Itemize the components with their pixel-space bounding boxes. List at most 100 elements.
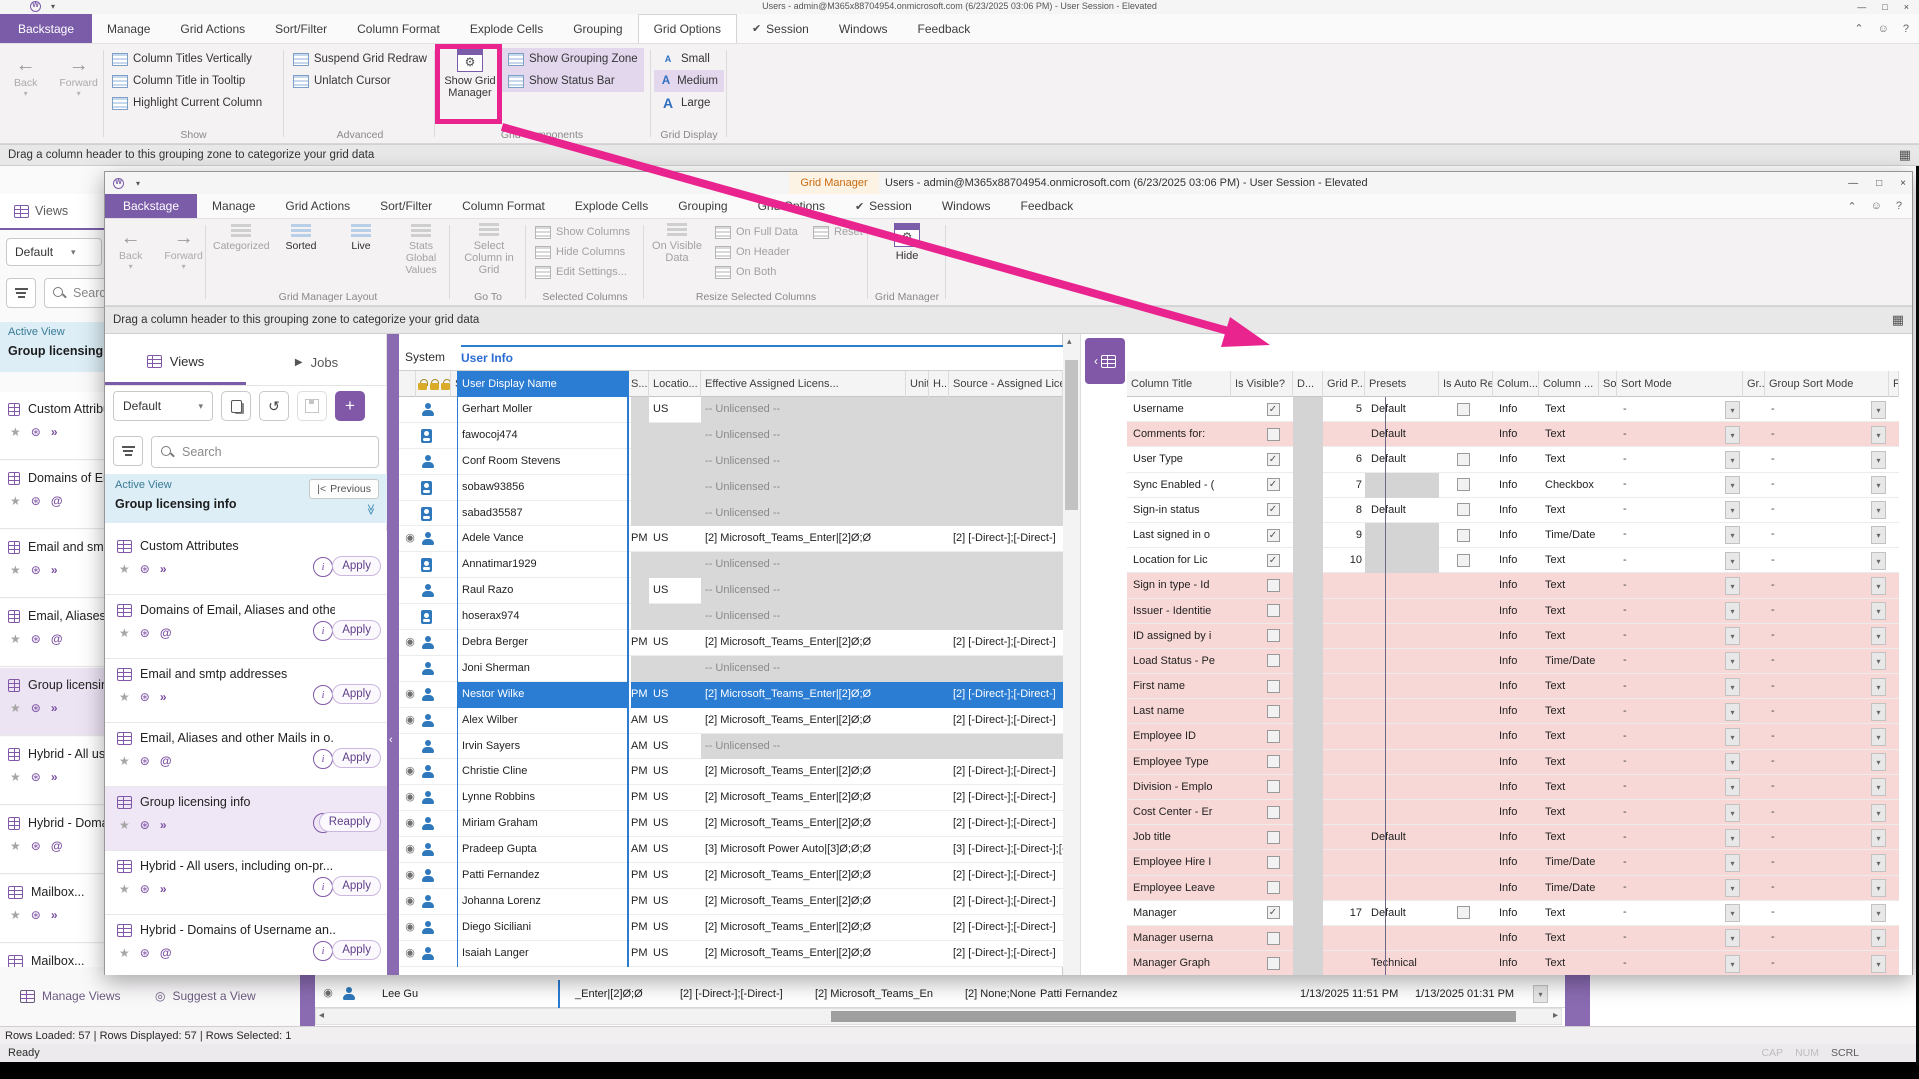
star-icon[interactable]: ★ bbox=[10, 632, 21, 646]
dropdown-arrow-icon[interactable]: ▾ bbox=[1871, 552, 1886, 570]
column-header-user-display-name[interactable]: User Display Name bbox=[457, 371, 629, 397]
info-icon[interactable]: i bbox=[313, 941, 333, 961]
table-row[interactable]: Comments for: Default Info Text -▾ -▾ bbox=[1127, 422, 1899, 447]
panel-collapse-strip[interactable]: ‹ bbox=[387, 334, 399, 975]
star-icon[interactable]: ★ bbox=[10, 701, 21, 715]
dropdown-arrow-icon[interactable]: ▾ bbox=[1871, 678, 1886, 696]
star-icon[interactable]: ★ bbox=[119, 690, 130, 704]
list-item[interactable]: Hybrid - Domains of Username an... ★⊛@ i… bbox=[105, 915, 387, 975]
select-column-button[interactable]: Select Column in Grid bbox=[458, 223, 520, 276]
feedback-smiley-icon[interactable]: ☺ bbox=[1878, 23, 1889, 35]
star-icon[interactable]: ★ bbox=[119, 626, 130, 640]
tab-grid-actions[interactable]: Grid Actions bbox=[165, 14, 260, 43]
tab-session[interactable]: ✔Session bbox=[737, 14, 824, 43]
tab-manage[interactable]: Manage bbox=[197, 194, 270, 218]
info-icon[interactable]: i bbox=[313, 877, 333, 897]
checkbox[interactable] bbox=[1457, 403, 1470, 416]
table-row[interactable]: ◉ Debra Berger PM US [2] Microsoft_Teams… bbox=[399, 630, 1063, 656]
dropdown-arrow-icon[interactable]: ▾ bbox=[1725, 602, 1740, 620]
table-row[interactable]: ID assigned by i Info Text -▾ -▾ bbox=[1127, 624, 1899, 649]
dropdown-arrow-icon[interactable]: ▾ bbox=[1871, 804, 1886, 822]
list-item[interactable]: Email and smtp addresses ★⊛» i Apply bbox=[105, 659, 387, 723]
star-icon[interactable]: ★ bbox=[10, 563, 21, 577]
info-icon[interactable]: i bbox=[313, 621, 333, 641]
tab-feedback[interactable]: Feedback bbox=[1006, 194, 1089, 218]
collapse-ribbon-icon[interactable]: ⌃ bbox=[1854, 22, 1863, 35]
ribbon-item-edit-settings-[interactable]: Edit Settings... bbox=[529, 262, 641, 282]
minimize-icon[interactable]: — bbox=[1848, 178, 1858, 189]
back-button[interactable]: ←Back▾ bbox=[14, 54, 37, 98]
list-item[interactable]: Email, Aliases and other ★⊛@ bbox=[0, 599, 104, 667]
column-header[interactable]: Colum... bbox=[1493, 371, 1539, 397]
column-header[interactable]: Source - Assigned Lice... bbox=[949, 371, 1063, 397]
checkbox[interactable]: ✓ bbox=[1267, 403, 1280, 416]
list-item[interactable]: Domains of Email, Aliases and othe... ★⊛… bbox=[105, 595, 387, 659]
checkbox[interactable]: ✓ bbox=[1267, 453, 1280, 466]
checkbox[interactable] bbox=[1267, 604, 1280, 617]
dropdown-arrow-icon[interactable]: ▾ bbox=[1871, 753, 1886, 771]
ribbon-item-small[interactable]: ASmall bbox=[654, 48, 724, 70]
checkbox[interactable] bbox=[1457, 906, 1470, 919]
table-row[interactable]: Cost Center - Er Info Text -▾ -▾ bbox=[1127, 800, 1899, 825]
table-row[interactable]: sobaw93856 -- Unlicensed -- bbox=[399, 475, 1063, 501]
chevron-down-icon[interactable]: ≫ bbox=[365, 504, 378, 516]
list-item[interactable]: Hybrid - All users, includ ★⊛» bbox=[0, 737, 104, 805]
dropdown-arrow-icon[interactable]: ▾ bbox=[1871, 652, 1886, 670]
grouping-zone-delete-icon[interactable]: ▦ bbox=[1899, 147, 1911, 163]
apply-button[interactable]: Apply bbox=[332, 876, 381, 896]
forward-button[interactable]: →Forward▾ bbox=[164, 227, 203, 271]
ribbon-item-stats-global-values[interactable]: Stats Global Values bbox=[393, 219, 449, 276]
tab-grouping[interactable]: Grouping bbox=[558, 14, 637, 43]
checkbox[interactable] bbox=[1457, 503, 1470, 516]
checkbox[interactable] bbox=[1267, 856, 1280, 869]
checkbox[interactable] bbox=[1267, 806, 1280, 819]
table-row[interactable]: Employee ID Info Text -▾ -▾ bbox=[1127, 724, 1899, 749]
tab-column-format[interactable]: Column Format bbox=[342, 14, 455, 43]
table-row[interactable]: Last signed in o ✓ 9 Info Time/Date -▾ -… bbox=[1127, 523, 1899, 548]
ribbon-item-hide-columns[interactable]: Hide Columns bbox=[529, 242, 641, 262]
info-icon[interactable]: i bbox=[313, 685, 333, 705]
table-row[interactable]: ◉ Nestor Wilke PM US [2] Microsoft_Teams… bbox=[399, 682, 1063, 708]
apply-button[interactable]: Apply bbox=[332, 556, 381, 576]
tab-views[interactable]: Views bbox=[105, 340, 246, 385]
table-row[interactable]: Username ✓ 5 Default Info Text -▾ -▾ bbox=[1127, 397, 1899, 422]
outer-preset-select[interactable]: Default▾ bbox=[6, 238, 102, 266]
list-item[interactable]: Custom Attributes ★⊛» i Apply bbox=[105, 531, 387, 595]
manage-views-button[interactable]: Manage Views bbox=[20, 989, 121, 1003]
tab-backstage[interactable]: Backstage bbox=[105, 194, 197, 218]
help-icon[interactable]: ? bbox=[1896, 200, 1902, 212]
table-row[interactable]: ◉ Lynne Robbins PM US [2] Microsoft_Team… bbox=[399, 785, 1063, 811]
inner-grouping-zone[interactable]: Drag a column header to this grouping zo… bbox=[105, 306, 1912, 334]
column-header[interactable]: Column ... bbox=[1539, 371, 1599, 397]
checkbox[interactable] bbox=[1457, 529, 1470, 542]
column-header[interactable]: Is Auto Res... bbox=[1439, 371, 1493, 397]
table-row[interactable]: ◉ Miriam Graham PM US [2] Microsoft_Team… bbox=[399, 811, 1063, 837]
tab-jobs[interactable]: ▶Jobs bbox=[246, 340, 387, 385]
table-row[interactable]: ◉ Christie Cline PM US [2] Microsoft_Tea… bbox=[399, 759, 1063, 785]
ribbon-item-categorized[interactable]: Categorized bbox=[213, 219, 269, 276]
close-icon[interactable]: × bbox=[1900, 178, 1906, 189]
info-icon[interactable]: i bbox=[313, 557, 333, 577]
table-row[interactable]: Load Status - Pe Info Time/Date -▾ -▾ bbox=[1127, 649, 1899, 674]
ribbon-item-suspend-grid-redraw[interactable]: Suspend Grid Redraw bbox=[287, 48, 433, 70]
back-button[interactable]: ←Back▾ bbox=[119, 227, 142, 271]
star-icon[interactable]: ★ bbox=[119, 818, 130, 832]
maximize-icon[interactable]: □ bbox=[1876, 178, 1882, 189]
table-row[interactable]: ◉ Isaiah Langer PM US [2] Microsoft_Team… bbox=[399, 941, 1063, 967]
column-header[interactable]: Group Sort Mode bbox=[1765, 371, 1889, 397]
vertical-scrollbar[interactable]: ▴ bbox=[1063, 334, 1081, 975]
table-row[interactable]: First name Info Text -▾ -▾ bbox=[1127, 674, 1899, 699]
tab-windows[interactable]: Windows bbox=[927, 194, 1006, 218]
dropdown-arrow-icon[interactable]: ▾ bbox=[1725, 929, 1740, 947]
info-icon[interactable]: i bbox=[313, 749, 333, 769]
close-icon[interactable]: × bbox=[1904, 2, 1909, 12]
tab-grid-options[interactable]: Grid Options bbox=[743, 194, 840, 218]
table-row[interactable]: Manager userna Info Text -▾ -▾ bbox=[1127, 926, 1899, 951]
table-row[interactable]: ◉ Alex Wilber AM US [2] Microsoft_Teams_… bbox=[399, 708, 1063, 734]
tab-grid-actions[interactable]: Grid Actions bbox=[270, 194, 365, 218]
dropdown-arrow-icon[interactable]: ▾ bbox=[1725, 703, 1740, 721]
table-row[interactable]: Manager Graph Technical Info Text -▾ -▾ bbox=[1127, 951, 1899, 975]
outer-tab-views[interactable]: Views bbox=[0, 194, 104, 230]
checkbox[interactable] bbox=[1267, 755, 1280, 768]
list-item[interactable]: Email, Aliases and other Mails in o... ★… bbox=[105, 723, 387, 787]
